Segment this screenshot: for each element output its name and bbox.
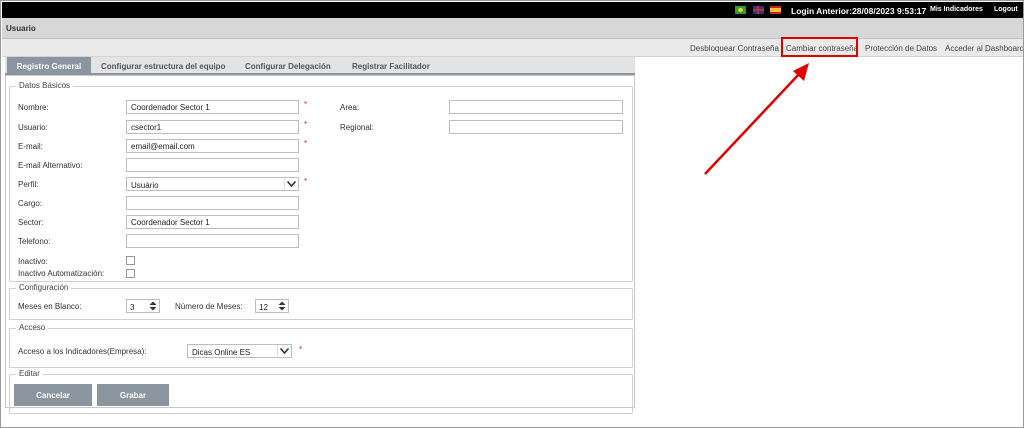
data-protection-link[interactable]: Protección de Datos — [865, 44, 937, 53]
datos-basicos-section: Datos Básicos Nombre: * Area: Usuario: *… — [9, 81, 633, 282]
required-mark: * — [304, 139, 308, 148]
stepper-arrows-icon[interactable] — [147, 300, 159, 312]
meses-en-blanco-value: 3 — [130, 303, 135, 312]
inactivo-label: Inactivo: — [18, 257, 48, 266]
required-mark: * — [304, 177, 308, 186]
dashboard-link[interactable]: Acceder al Dashboard — [945, 44, 1023, 53]
unlock-password-link[interactable]: Desbloquear Contraseña — [690, 44, 779, 53]
perfil-select[interactable]: Usuário — [126, 177, 299, 191]
uk-flag-icon[interactable] — [753, 6, 764, 14]
nombre-label: Nombre: — [18, 103, 49, 112]
cargo-label: Cargo: — [18, 199, 43, 208]
configuracion-section: Configuración Meses en Blanco: 3 Número … — [9, 283, 633, 320]
action-bar: Desbloquear Contraseña Cambiar contraseñ… — [2, 39, 1023, 57]
cancel-button[interactable]: Cancelar — [14, 384, 92, 406]
spain-flag-icon[interactable] — [770, 6, 781, 14]
email-input[interactable] — [126, 139, 299, 153]
section-legend: Datos Básicos — [16, 81, 74, 90]
regional-input[interactable] — [449, 120, 623, 134]
email-label: E-mail: — [18, 142, 43, 151]
area-input[interactable] — [449, 100, 623, 114]
numero-de-meses-label: Número de Meses: — [175, 302, 243, 311]
section-legend: Editar — [16, 369, 43, 378]
brazil-flag-icon[interactable] — [735, 6, 746, 14]
required-mark: * — [299, 345, 303, 354]
tab-configurar-estructura[interactable]: Configurar estructura del equipo — [101, 57, 225, 73]
logout-link[interactable]: Logout — [994, 6, 1018, 13]
nombre-input[interactable] — [126, 100, 299, 114]
section-legend: Acceso — [16, 323, 49, 332]
form-panel: Datos Básicos Nombre: * Area: Usuario: *… — [5, 75, 635, 414]
top-bar: Login Anterior:28/08/2023 9:53:17 Mis In… — [2, 2, 1023, 18]
highlight-box — [781, 37, 858, 57]
stepper-arrows-icon[interactable] — [276, 300, 288, 312]
sector-input[interactable] — [126, 215, 299, 229]
required-mark: * — [304, 120, 308, 129]
meses-en-blanco-stepper[interactable]: 3 — [126, 299, 160, 313]
tab-strip: Registro General Configurar estructura d… — [5, 57, 635, 75]
regional-label: Regional: — [340, 123, 374, 132]
inactivo-automatizacion-label: Inactivo Automatización: — [18, 269, 105, 278]
acceso-section: Acceso Acceso a los Indicadores(Empresa)… — [9, 323, 633, 368]
cargo-input[interactable] — [126, 196, 299, 210]
telefono-label: Telefono: — [18, 237, 51, 246]
numero-de-meses-stepper[interactable]: 12 — [255, 299, 289, 313]
email-alternativo-input[interactable] — [126, 158, 299, 172]
acceso-indicadores-select[interactable]: Dicas Online ES — [187, 344, 292, 358]
tab-registrar-facilitador[interactable]: Registrar Facilitador — [352, 57, 430, 73]
inactivo-automatizacion-checkbox[interactable] — [126, 269, 135, 278]
email-alternativo-label: E-mail Alternativo: — [18, 161, 83, 170]
tab-configurar-delegacion[interactable]: Configurar Delegación — [245, 57, 331, 73]
telefono-input[interactable] — [126, 234, 299, 248]
last-login-text: Login Anterior:28/08/2023 9:53:17 — [791, 6, 927, 16]
required-mark: * — [304, 100, 308, 109]
tab-registro-general[interactable]: Registro General — [7, 57, 91, 73]
chevron-down-icon — [277, 345, 291, 357]
sector-label: Sector: — [18, 218, 44, 227]
inactivo-checkbox[interactable] — [126, 256, 135, 265]
annotation-arrow — [704, 63, 809, 175]
acceso-indicadores-label: Acceso a los Indicadores(Empresa): — [18, 347, 147, 356]
usuario-label: Usuario: — [18, 123, 48, 132]
app-frame: Login Anterior:28/08/2023 9:53:17 Mis In… — [0, 0, 1024, 428]
editar-section: Editar Cancelar Grabar — [9, 369, 633, 414]
meses-en-blanco-label: Meses en Blanco: — [18, 302, 82, 311]
section-legend: Configuración — [16, 283, 72, 292]
title-bar: Usuario — [2, 18, 1023, 39]
acceso-indicadores-value: Dicas Online ES — [192, 348, 251, 357]
area-label: Area: — [340, 103, 360, 112]
chevron-down-icon — [284, 178, 298, 190]
page-title: Usuario — [6, 24, 36, 33]
numero-de-meses-value: 12 — [259, 303, 268, 312]
mis-indicadores-link[interactable]: Mis Indicadores — [930, 6, 983, 13]
perfil-label: Perfil: — [18, 180, 39, 189]
save-button[interactable]: Grabar — [97, 384, 169, 406]
perfil-value: Usuário — [131, 181, 159, 190]
usuario-input[interactable] — [126, 120, 299, 134]
